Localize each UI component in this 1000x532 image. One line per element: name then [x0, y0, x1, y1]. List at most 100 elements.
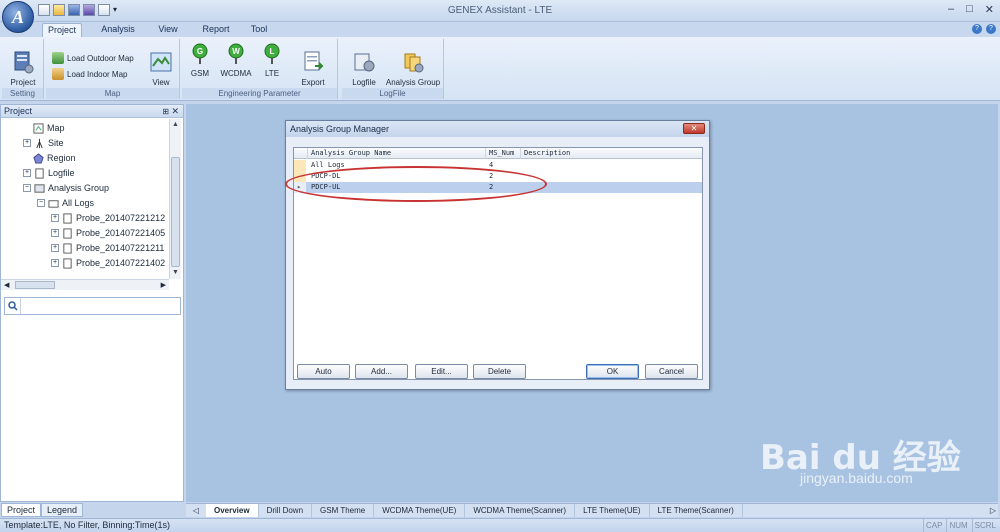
tab-overview[interactable]: Overview [206, 504, 259, 517]
analysis-group-icon [34, 183, 45, 193]
tab-scroll-left-icon[interactable]: ◁ [186, 504, 206, 517]
load-indoor-map-label: Load Indoor Map [67, 69, 128, 79]
tree-node-logfile[interactable]: + Logfile [23, 166, 75, 180]
status-text: Template:LTE, No Filter, Binning:Time(1s… [4, 520, 171, 530]
tree-node-analysis-group[interactable]: − Analysis Group [23, 181, 109, 195]
tab-wcdma-theme-scanner[interactable]: WCDMA Theme(Scanner) [465, 504, 576, 517]
table-row-selected[interactable]: ▸ PDCP-UL 2 [294, 182, 702, 193]
scroll-right-icon[interactable]: ▶ [161, 280, 166, 291]
load-outdoor-map-label: Load Outdoor Map [67, 53, 134, 63]
expand-icon[interactable]: + [23, 169, 31, 177]
cell-group-name: PDCP-UL [311, 183, 341, 191]
tab-gsm-theme[interactable]: GSM Theme [312, 504, 375, 517]
expand-icon[interactable]: + [51, 214, 59, 222]
tree-node-probe[interactable]: + Probe_201407221402 [51, 256, 165, 270]
col-description[interactable]: Description [521, 148, 704, 159]
col-analysis-group-name[interactable]: Analysis Group Name [308, 148, 486, 159]
tab-drill-down[interactable]: Drill Down [259, 504, 313, 517]
lte-label: LTE [264, 69, 280, 78]
edit-button[interactable]: Edit... [415, 364, 468, 379]
tab-project[interactable]: Project [42, 23, 82, 37]
tab-lte-theme-scanner[interactable]: LTE Theme(Scanner) [650, 504, 743, 517]
tree-node-all-logs[interactable]: − All Logs [37, 196, 94, 210]
tree-node-site[interactable]: + Site [23, 136, 64, 150]
current-row-icon: ▸ [297, 183, 302, 191]
tree-horizontal-scrollbar[interactable]: ◀ ▶ [1, 279, 169, 290]
minimize-icon[interactable]: – [948, 3, 954, 16]
logfile-icon [35, 167, 44, 179]
tree-search-input[interactable] [21, 299, 180, 313]
close-panel-icon[interactable]: ✕ [171, 105, 179, 118]
collapse-icon[interactable]: − [37, 199, 45, 207]
load-outdoor-map-button[interactable]: Load Outdoor Map [52, 52, 134, 64]
wcdma-button[interactable]: W WCDMA [218, 41, 254, 78]
tab-tool[interactable]: Tool [244, 23, 274, 37]
delete-button[interactable]: Delete [473, 364, 526, 379]
group-logfile: Logfile Manager Analysis Group Manager L… [342, 39, 444, 99]
collapse-icon[interactable]: − [23, 184, 31, 192]
expand-icon[interactable]: + [51, 244, 59, 252]
table-row[interactable]: PDCP-DL 2 [294, 171, 702, 182]
tree-node-region[interactable]: Region [33, 151, 76, 165]
export-template-icon [304, 51, 324, 71]
hscroll-thumb[interactable] [15, 281, 55, 289]
about-icon[interactable]: ? [986, 24, 996, 34]
table-row[interactable]: All Logs 4 [294, 160, 702, 171]
group-setting-label: Setting [2, 88, 43, 99]
tree-node-map[interactable]: Map [33, 121, 65, 135]
search-icon[interactable] [5, 298, 21, 314]
region-icon [33, 152, 44, 164]
auto-button[interactable]: Auto [297, 364, 350, 379]
scroll-up-icon[interactable]: ▲ [170, 119, 181, 131]
tab-view[interactable]: View [152, 23, 184, 37]
load-indoor-map-button[interactable]: Load Indoor Map [52, 68, 128, 80]
scroll-left-icon[interactable]: ◀ [4, 280, 9, 291]
probe-file-icon [63, 257, 72, 269]
col-ms-num[interactable]: MS_Num [486, 148, 521, 159]
dialog-close-icon[interactable]: ✕ [683, 123, 705, 134]
expand-icon[interactable]: + [23, 139, 31, 147]
pin-icon[interactable]: ⊞ [162, 105, 169, 118]
ribbon-tabbar: Project Analysis View Report Tool ? ? [0, 22, 1000, 37]
tree-node-probe[interactable]: + Probe_201407221405 [51, 226, 165, 240]
tree-node-probe[interactable]: + Probe_201407221211 [51, 241, 164, 255]
analysis-group-manager-dialog: Analysis Group Manager ✕ Analysis Group … [285, 120, 710, 390]
expand-icon[interactable]: + [51, 259, 59, 267]
ok-button[interactable]: OK [586, 364, 639, 379]
tab-lte-theme-ue[interactable]: LTE Theme(UE) [575, 504, 650, 517]
gsm-button[interactable]: G GSM [186, 41, 214, 78]
group-setting: Project Setting Setting [2, 39, 44, 99]
cell-ms-num: 4 [489, 161, 494, 169]
tab-project-panel[interactable]: Project [1, 503, 42, 517]
row-selector[interactable] [294, 171, 306, 182]
tree-node-probe[interactable]: + Probe_201407221212 [51, 211, 165, 225]
window-title: GENEX Assistant - LTE [447, 5, 553, 16]
scroll-down-icon[interactable]: ▼ [170, 267, 181, 279]
wcdma-antenna-icon: W [228, 43, 244, 64]
tree-vertical-scrollbar[interactable]: ▲ ▼ [169, 119, 181, 279]
add-button[interactable]: Add... [355, 364, 408, 379]
close-window-icon[interactable]: ✕ [985, 3, 994, 16]
project-panel-tabs: Project Legend [1, 503, 84, 517]
scroll-thumb[interactable] [171, 157, 180, 267]
tree-label: Probe_201407221211 [76, 243, 165, 253]
app-menu-button[interactable]: A [2, 1, 34, 33]
expand-icon[interactable]: + [51, 229, 59, 237]
num-indicator: NUM [946, 519, 969, 532]
maximize-icon[interactable]: □ [966, 3, 973, 16]
row-selector[interactable]: ▸ [294, 182, 306, 193]
help-icons: ? ? [972, 24, 996, 34]
lte-button[interactable]: L LTE [258, 41, 286, 78]
tab-legend[interactable]: Legend [41, 503, 84, 517]
gsm-label: GSM [190, 69, 210, 78]
tab-scroll-right-icon[interactable]: ▷ [990, 504, 996, 517]
tab-analysis[interactable]: Analysis [96, 23, 140, 37]
tree-label: Analysis Group [48, 183, 110, 193]
help-icon[interactable]: ? [972, 24, 982, 34]
tree-label: Probe_201407221402 [76, 258, 166, 268]
row-selector[interactable] [294, 160, 306, 171]
cell-ms-num: 2 [489, 172, 494, 180]
tab-report[interactable]: Report [196, 23, 236, 37]
tab-wcdma-theme-ue[interactable]: WCDMA Theme(UE) [374, 504, 466, 517]
cancel-button[interactable]: Cancel [645, 364, 698, 379]
